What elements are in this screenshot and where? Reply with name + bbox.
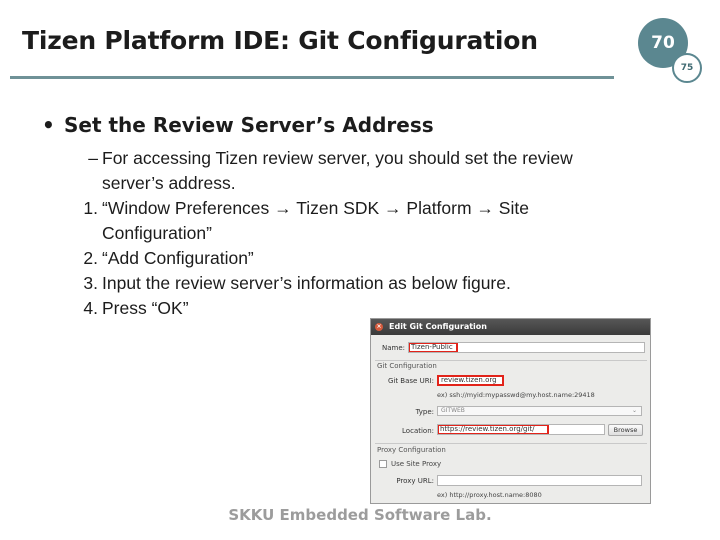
sub-point: – For accessing Tizen review server, you… [70, 146, 630, 196]
main-bullet: • Set the Review Server’s Address [42, 113, 434, 137]
browse-button[interactable]: Browse [608, 424, 643, 436]
name-highlight [409, 343, 458, 352]
instruction-list: – For accessing Tizen review server, you… [70, 146, 630, 321]
list-item-text: Input the review server’s information as… [102, 273, 511, 293]
list-item-text: “Window Preferences → Tizen SDK → Platfo… [102, 198, 529, 243]
sub-marker: – [88, 148, 98, 168]
list-item: 3. Input the review server’s information… [70, 271, 630, 296]
dialog-title: Edit Git Configuration [389, 322, 487, 331]
git-section-label: Git Configuration [377, 362, 437, 370]
list-item-number: 4. [83, 298, 98, 318]
list-item: 1. “Window Preferences → Tizen SDK → Pla… [70, 196, 630, 246]
use-site-proxy-label: Use Site Proxy [391, 460, 442, 468]
name-label: Name: [381, 344, 405, 352]
proxy-url-hint: ex) http://proxy.host.name:8080 [437, 491, 542, 499]
git-config-dialog-screenshot: × Edit Git Configuration Name: Tizen-Pub… [370, 318, 651, 504]
location-highlight [438, 425, 549, 434]
proxy-url-label: Proxy URL: [396, 477, 434, 485]
base-uri-value: review.tizen.org [441, 376, 497, 384]
list-item-number: 2. [83, 248, 98, 268]
list-item-text: “Add Configuration” [102, 248, 254, 268]
proxy-section-label: Proxy Configuration [377, 446, 446, 454]
list-item-number: 3. [83, 273, 98, 293]
proxy-url-field[interactable] [437, 475, 642, 486]
type-select[interactable]: GITWEB ⌄ [437, 406, 642, 416]
base-uri-label: Git Base URI: [387, 377, 434, 385]
title-divider [10, 76, 614, 79]
close-icon[interactable]: × [375, 323, 383, 331]
chevron-down-icon: ⌄ [631, 407, 637, 414]
list-item-number: 1. [83, 198, 98, 218]
use-site-proxy-checkbox[interactable] [379, 460, 387, 468]
slide-title: Tizen Platform IDE: Git Configuration [22, 26, 538, 55]
page-total-badge: 75 [672, 53, 702, 83]
list-item-text: Press “OK” [102, 298, 189, 318]
base-uri-field[interactable]: review.tizen.org [437, 375, 504, 386]
name-field[interactable]: Tizen-Public [408, 342, 645, 353]
base-uri-hint: ex) ssh://myid:mypasswd@my.host.name:294… [437, 391, 595, 399]
type-value: GITWEB [441, 407, 465, 414]
type-label: Type: [415, 408, 434, 416]
bullet-text: Set the Review Server’s Address [64, 113, 434, 137]
footer-text: SKKU Embedded Software Lab. [228, 506, 492, 524]
location-label: Location: [402, 427, 434, 435]
divider [375, 360, 647, 361]
sub-point-text: For accessing Tizen review server, you s… [102, 148, 573, 193]
dialog-titlebar: × Edit Git Configuration [371, 319, 650, 335]
divider [375, 443, 647, 444]
location-field[interactable]: https://review.tizen.org/git/ [437, 424, 605, 435]
list-item: 2. “Add Configuration” [70, 246, 630, 271]
bullet-marker: • [42, 113, 55, 137]
